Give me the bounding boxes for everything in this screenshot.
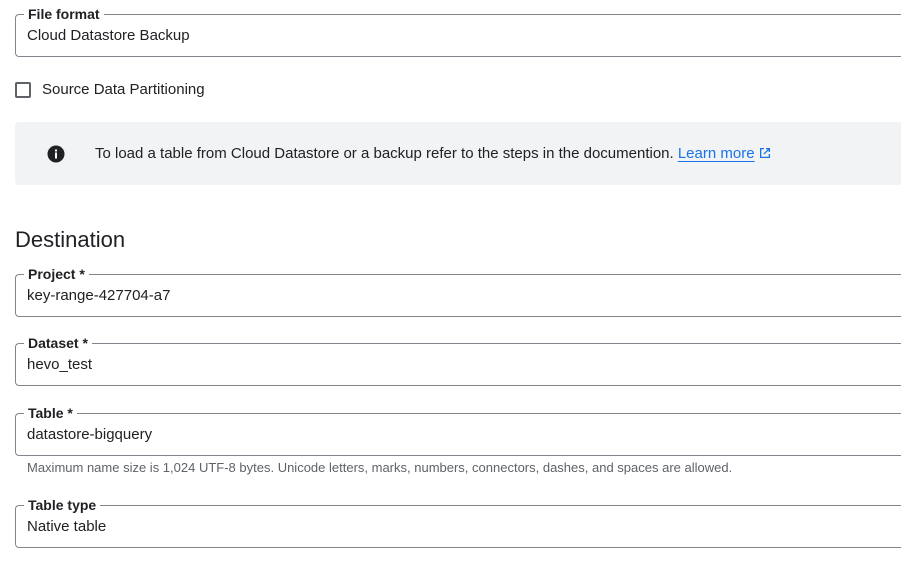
table-field[interactable]: Table * datastore-bigquery bbox=[15, 405, 901, 456]
external-link-icon bbox=[759, 148, 770, 158]
file-format-select[interactable]: File format Cloud Datastore Backup bbox=[15, 6, 901, 57]
project-label: Project * bbox=[24, 266, 89, 282]
info-banner-message: To load a table from Cloud Datastore or … bbox=[95, 145, 674, 162]
dataset-label: Dataset * bbox=[24, 335, 92, 351]
project-value: key-range-427704-a7 bbox=[27, 287, 171, 304]
destination-heading: Destination bbox=[15, 227, 126, 252]
info-banner-text-row: To load a table from Cloud Datastore or … bbox=[95, 144, 772, 163]
table-type-label: Table type bbox=[24, 497, 101, 513]
project-field[interactable]: Project * key-range-427704-a7 bbox=[15, 266, 901, 317]
table-value: datastore-bigquery bbox=[27, 426, 153, 443]
file-format-label: File format bbox=[24, 6, 104, 22]
info-banner: To load a table from Cloud Datastore or … bbox=[15, 122, 901, 185]
learn-more-label: Learn more bbox=[677, 145, 755, 162]
source-data-partitioning-label: Source Data Partitioning bbox=[42, 81, 205, 98]
info-icon bbox=[47, 145, 65, 163]
source-data-partitioning-checkbox[interactable] bbox=[15, 82, 31, 98]
dataset-field[interactable]: Dataset * hevo_test bbox=[15, 335, 901, 386]
learn-more-link[interactable]: Learn more bbox=[678, 145, 772, 162]
table-type-value: Native table bbox=[27, 518, 107, 535]
table-type-select[interactable]: Table type Native table bbox=[15, 497, 901, 548]
table-label: Table * bbox=[24, 405, 77, 421]
dataset-value: hevo_test bbox=[27, 356, 93, 373]
table-name-hint: Maximum name size is 1,024 UTF-8 bytes. … bbox=[27, 460, 733, 475]
file-format-value: Cloud Datastore Backup bbox=[27, 27, 190, 44]
source-data-partitioning-checkbox-row[interactable]: Source Data Partitioning bbox=[15, 81, 205, 99]
